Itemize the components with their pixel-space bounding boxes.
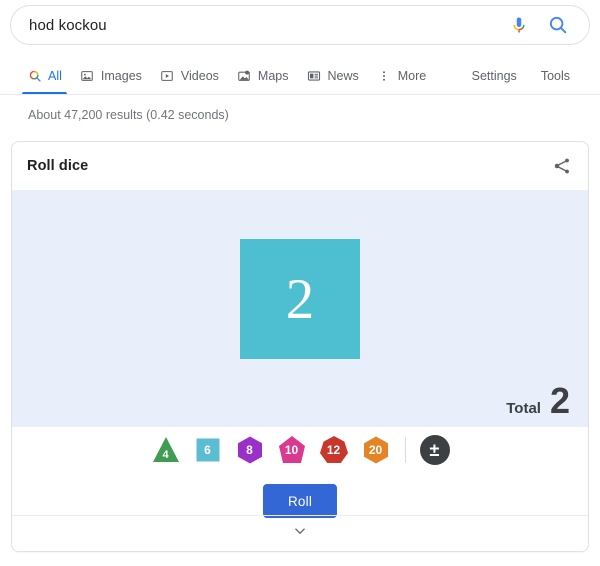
die-face-value: 2	[285, 267, 315, 331]
chevron-down-icon	[291, 522, 309, 545]
settings-button[interactable]: Settings	[462, 58, 527, 94]
roll-button[interactable]: Roll	[263, 484, 337, 518]
dice-type-selector: 4 6 8 10 12 20 ±	[12, 427, 588, 473]
total-label: Total	[506, 400, 541, 417]
tools-label: Tools	[540, 69, 570, 83]
card-header: Roll dice	[12, 142, 588, 190]
dice-option-label: 8	[246, 443, 253, 457]
modifier-label: ±	[429, 440, 440, 460]
dice-option-d6[interactable]: 6	[193, 435, 223, 465]
image-icon	[80, 69, 95, 84]
tab-videos[interactable]: Videos	[151, 58, 228, 94]
search-nav-tabs: All Images Videos Maps News More Setting…	[0, 58, 600, 95]
share-icon[interactable]	[552, 156, 572, 176]
search-bar[interactable]	[10, 5, 590, 45]
tab-all[interactable]: All	[18, 58, 71, 95]
tab-news[interactable]: News	[297, 58, 367, 94]
tab-label: Images	[100, 69, 142, 83]
tab-label: All	[48, 69, 62, 83]
tab-maps[interactable]: Maps	[228, 58, 298, 94]
video-icon	[160, 69, 175, 84]
dice-option-d4[interactable]: 4	[151, 435, 181, 465]
search-icon	[27, 69, 42, 84]
tab-label: Videos	[180, 69, 219, 83]
dice-stage: 2 Total 2	[12, 190, 588, 427]
dice-option-label: 12	[326, 443, 341, 457]
selector-divider	[404, 437, 406, 463]
dice-option-label: 10	[284, 443, 299, 457]
dice-option-d8[interactable]: 8	[235, 435, 265, 465]
dice-option-label: 6	[204, 443, 211, 457]
news-icon	[306, 69, 321, 84]
tab-label: News	[327, 69, 359, 83]
tab-label: Maps	[257, 69, 289, 83]
die-display[interactable]: 2	[240, 239, 360, 359]
tab-images[interactable]: Images	[71, 58, 151, 94]
expand-card-button[interactable]	[12, 515, 588, 551]
more-dots-icon	[377, 69, 392, 84]
tab-more[interactable]: More	[368, 58, 435, 94]
search-input[interactable]	[29, 16, 509, 34]
dice-option-label: 4	[162, 448, 169, 461]
total-readout: Total 2	[506, 383, 570, 419]
microphone-icon[interactable]	[509, 14, 529, 36]
tab-label: More	[397, 69, 427, 83]
roll-dice-card: Roll dice 2 Total 2 4 6 8 10 12 20 ± Rol…	[11, 141, 589, 552]
dice-option-d10[interactable]: 10	[277, 435, 307, 465]
settings-label: Settings	[471, 69, 517, 83]
tools-button[interactable]: Tools	[531, 58, 580, 94]
dice-option-label: 20	[368, 443, 383, 457]
dice-option-d20[interactable]: 20	[361, 435, 391, 465]
map-pin-icon	[237, 69, 252, 84]
result-stats: About 47,200 results (0.42 seconds)	[28, 108, 229, 122]
search-icon[interactable]	[547, 14, 569, 36]
modifier-button[interactable]: ±	[419, 435, 450, 465]
dice-option-d12[interactable]: 12	[319, 435, 349, 465]
nav-divider	[0, 94, 600, 95]
total-value: 2	[549, 380, 570, 421]
page-title: Roll dice	[27, 158, 89, 174]
